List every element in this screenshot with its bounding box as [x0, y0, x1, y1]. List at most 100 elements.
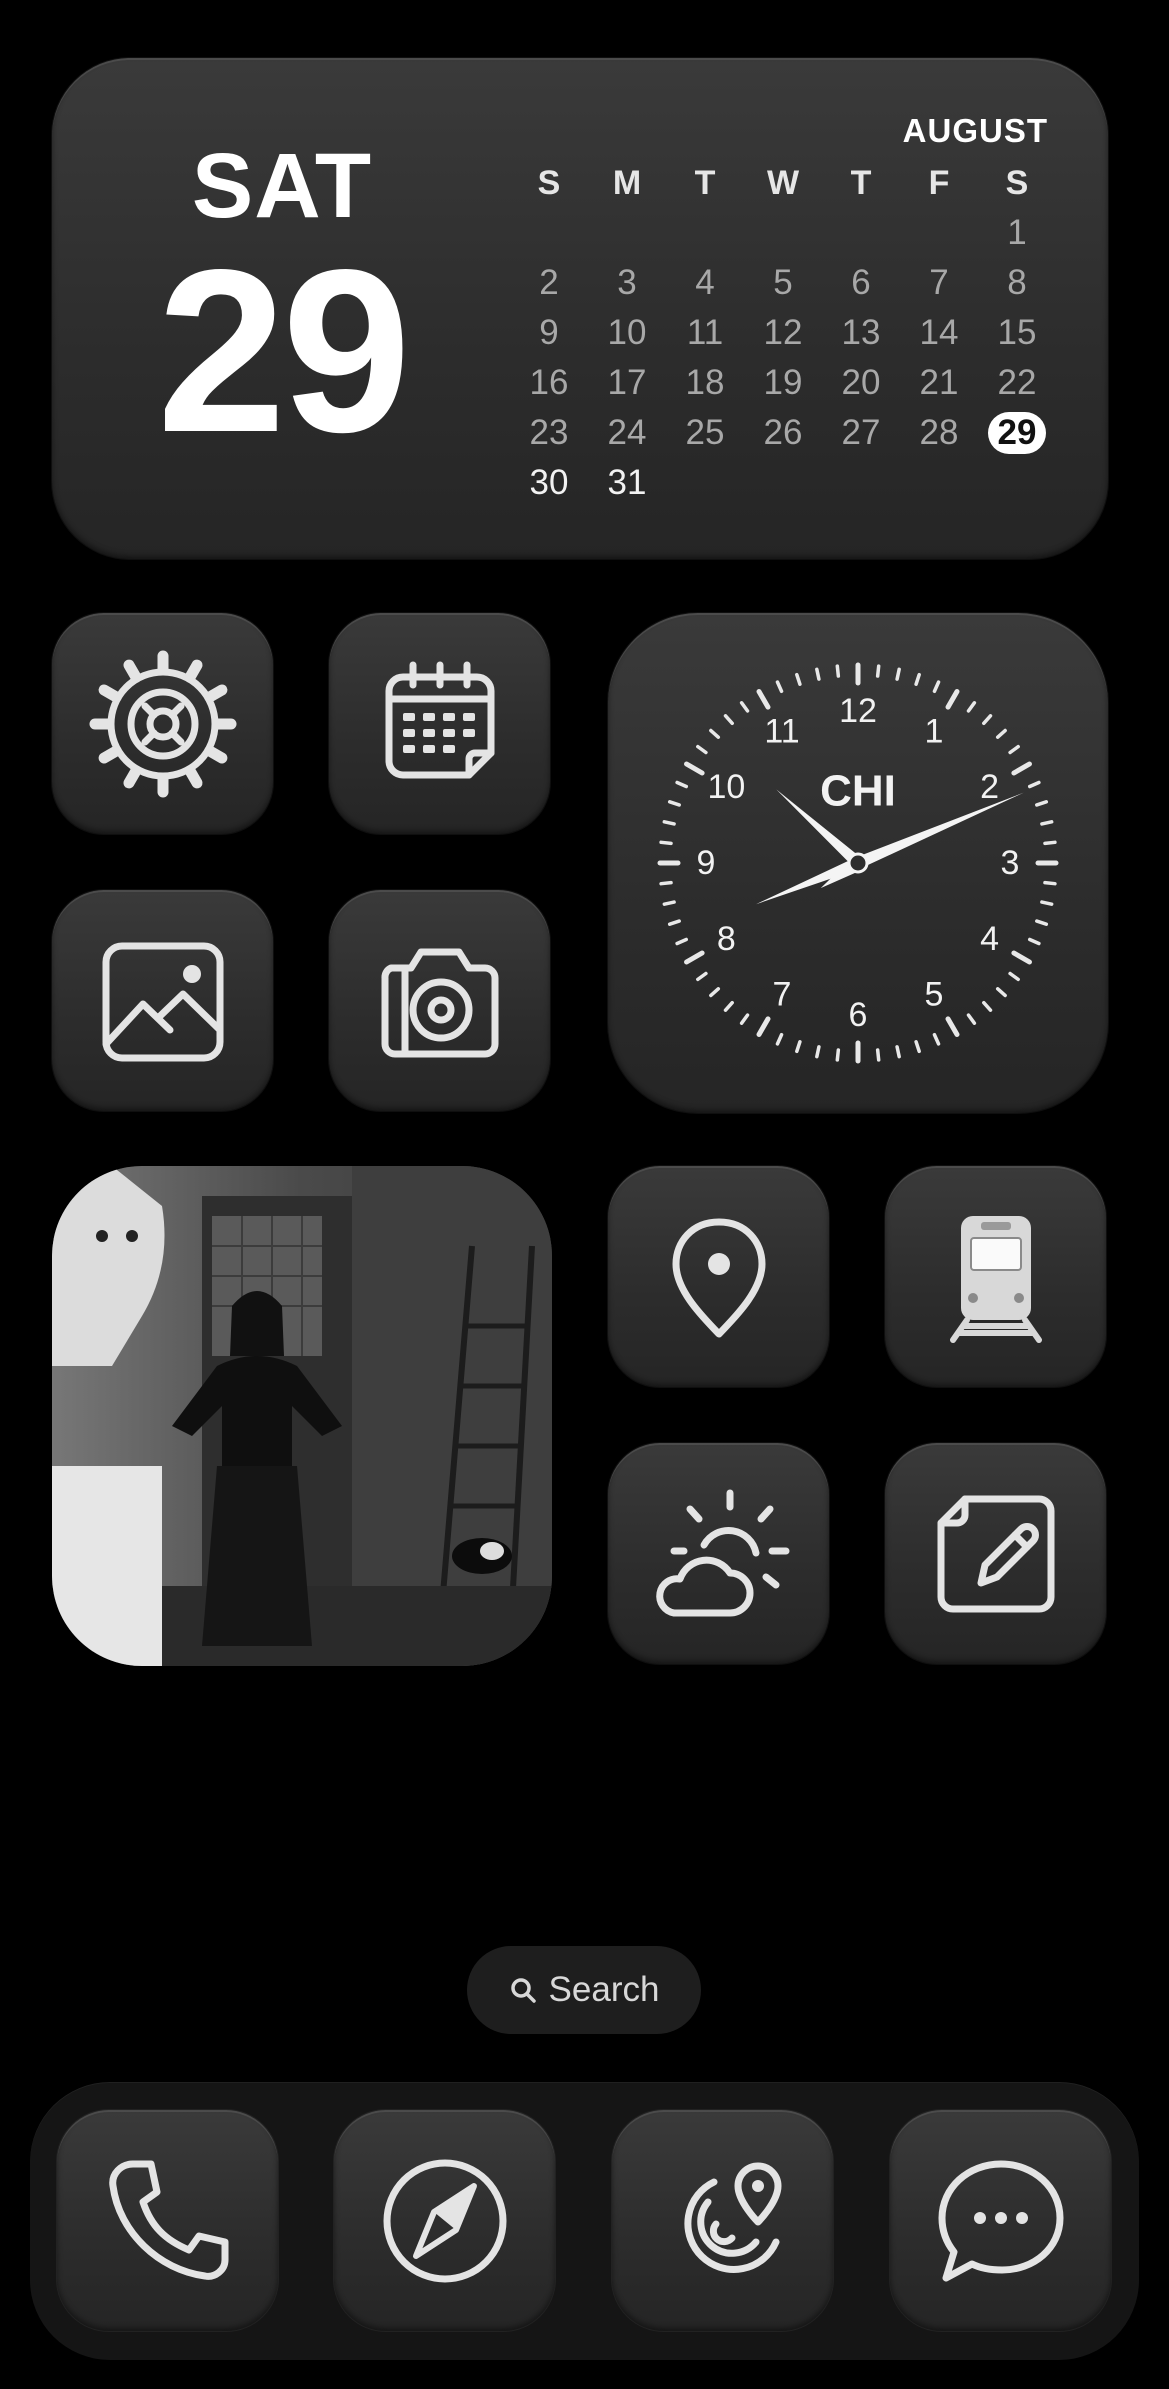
week-row: 1: [510, 208, 1056, 258]
day-cell: 12: [763, 313, 803, 352]
day-cell: 17: [607, 363, 647, 402]
second-hand: [756, 857, 861, 905]
clock-number: 10: [707, 768, 745, 806]
clock-tick: [932, 680, 941, 694]
clock-tick: [895, 667, 901, 681]
day-cell: 2: [539, 263, 559, 302]
photos-app[interactable]: [52, 890, 273, 1111]
phone-icon: [108, 2160, 228, 2280]
search-pill[interactable]: Search: [467, 1946, 701, 2034]
day-cell: 3: [617, 263, 637, 302]
clock-tick: [895, 1045, 901, 1059]
clock-tick: [982, 1000, 993, 1012]
day-header: F: [928, 163, 950, 202]
day-cell: 16: [529, 363, 569, 402]
day-cell: 24: [607, 413, 647, 452]
today-badge: 29: [987, 412, 1047, 454]
camera-app[interactable]: [329, 890, 550, 1111]
compass-icon: [383, 2159, 506, 2282]
clock-tick: [815, 667, 821, 681]
clock-number: 5: [925, 976, 944, 1014]
day-cell: 4: [695, 263, 715, 302]
day-cell: 18: [685, 363, 725, 402]
day-headers: S M T W T F S: [510, 158, 1056, 208]
clock-tick: [659, 840, 673, 846]
day-cell: 20: [841, 363, 881, 402]
photo-widget[interactable]: [52, 1166, 552, 1666]
settings-app[interactable]: [52, 613, 273, 834]
clock-number: 6: [849, 996, 868, 1034]
maps-app[interactable]: [608, 1166, 829, 1387]
day-header: M: [612, 163, 642, 202]
clock-tick: [756, 1016, 771, 1037]
clock-tick: [675, 780, 689, 789]
clock-tick: [775, 1032, 784, 1046]
clock-tick: [914, 672, 921, 686]
message-bubble-icon: [938, 2160, 1063, 2281]
clock-tick: [982, 714, 993, 726]
clock-tick: [709, 987, 721, 998]
clock-tick: [684, 761, 705, 776]
clock-tick: [756, 689, 771, 710]
clock-tick: [662, 820, 676, 826]
clock-tick: [684, 950, 705, 965]
clock-tick: [675, 937, 689, 946]
day-header: T: [694, 163, 716, 202]
world-clock-widget[interactable]: 12 1 2 3 4 5 6 7 8 9 10 11 CHI: [608, 613, 1108, 1113]
day-cell: 13: [841, 313, 881, 352]
clock-tick: [1027, 937, 1041, 946]
day-cell-today: 29: [978, 412, 1056, 454]
clock-tick: [1011, 950, 1032, 965]
city-label: CHI: [820, 767, 896, 816]
clock-tick: [1040, 820, 1054, 826]
clock-tick: [667, 800, 681, 807]
clock-tick: [835, 1048, 841, 1062]
day-cell: 14: [919, 313, 959, 352]
camera-icon: [381, 948, 498, 1057]
clock-tick: [1040, 900, 1054, 906]
clock-tick: [1008, 971, 1020, 982]
safari-app[interactable]: [334, 2110, 555, 2331]
day-cell: 7: [929, 263, 949, 302]
clock-tick: [696, 744, 708, 755]
clock-tick: [1043, 880, 1057, 886]
clock-tick: [1035, 800, 1049, 807]
sun-cloud-icon: [655, 1489, 789, 1616]
calendar-widget[interactable]: SAT 29 AUGUST S M T W T F S 1 2 3 4 5 6 …: [52, 58, 1108, 559]
day-header: W: [766, 163, 800, 202]
note-pencil-icon: [937, 1495, 1054, 1612]
day-cell: 22: [997, 363, 1037, 402]
messages-app[interactable]: [890, 2110, 1111, 2331]
clock-tick: [1043, 840, 1057, 846]
day-cell: 30: [529, 463, 569, 502]
day-cell: 26: [763, 413, 803, 452]
clock-tick: [775, 680, 784, 694]
clock-tick: [875, 1048, 881, 1062]
location-pin-icon: [672, 1218, 765, 1337]
notes-app[interactable]: [885, 1443, 1106, 1664]
month-grid: S M T W T F S 1 2 3 4 5 6 7 8 9 10 11 12…: [510, 158, 1056, 508]
clock-tick: [795, 672, 802, 686]
clock-tick: [932, 1032, 941, 1046]
day-cell: 6: [851, 263, 871, 302]
clock-tick: [995, 728, 1007, 739]
clock-tick: [667, 919, 681, 926]
find-my-app[interactable]: [612, 2110, 833, 2331]
find-my-icon: [683, 2162, 781, 2273]
clock-tick: [1035, 919, 1049, 926]
week-row: 2 3 4 5 6 7 8: [510, 258, 1056, 308]
clock-tick: [995, 987, 1007, 998]
transit-app[interactable]: [885, 1166, 1106, 1387]
clock-number: 7: [773, 976, 792, 1014]
clock-tick: [723, 1000, 734, 1012]
weather-app[interactable]: [608, 1443, 829, 1664]
day-header: T: [850, 163, 872, 202]
calendar-app[interactable]: [329, 613, 550, 834]
search-icon: [510, 1978, 536, 2003]
date-label: 29: [156, 222, 411, 481]
phone-app[interactable]: [57, 2110, 278, 2331]
day-cell: 15: [997, 313, 1037, 352]
clock-tick: [739, 701, 750, 713]
photo-icon: [102, 942, 223, 1061]
clock-tick: [696, 971, 708, 982]
